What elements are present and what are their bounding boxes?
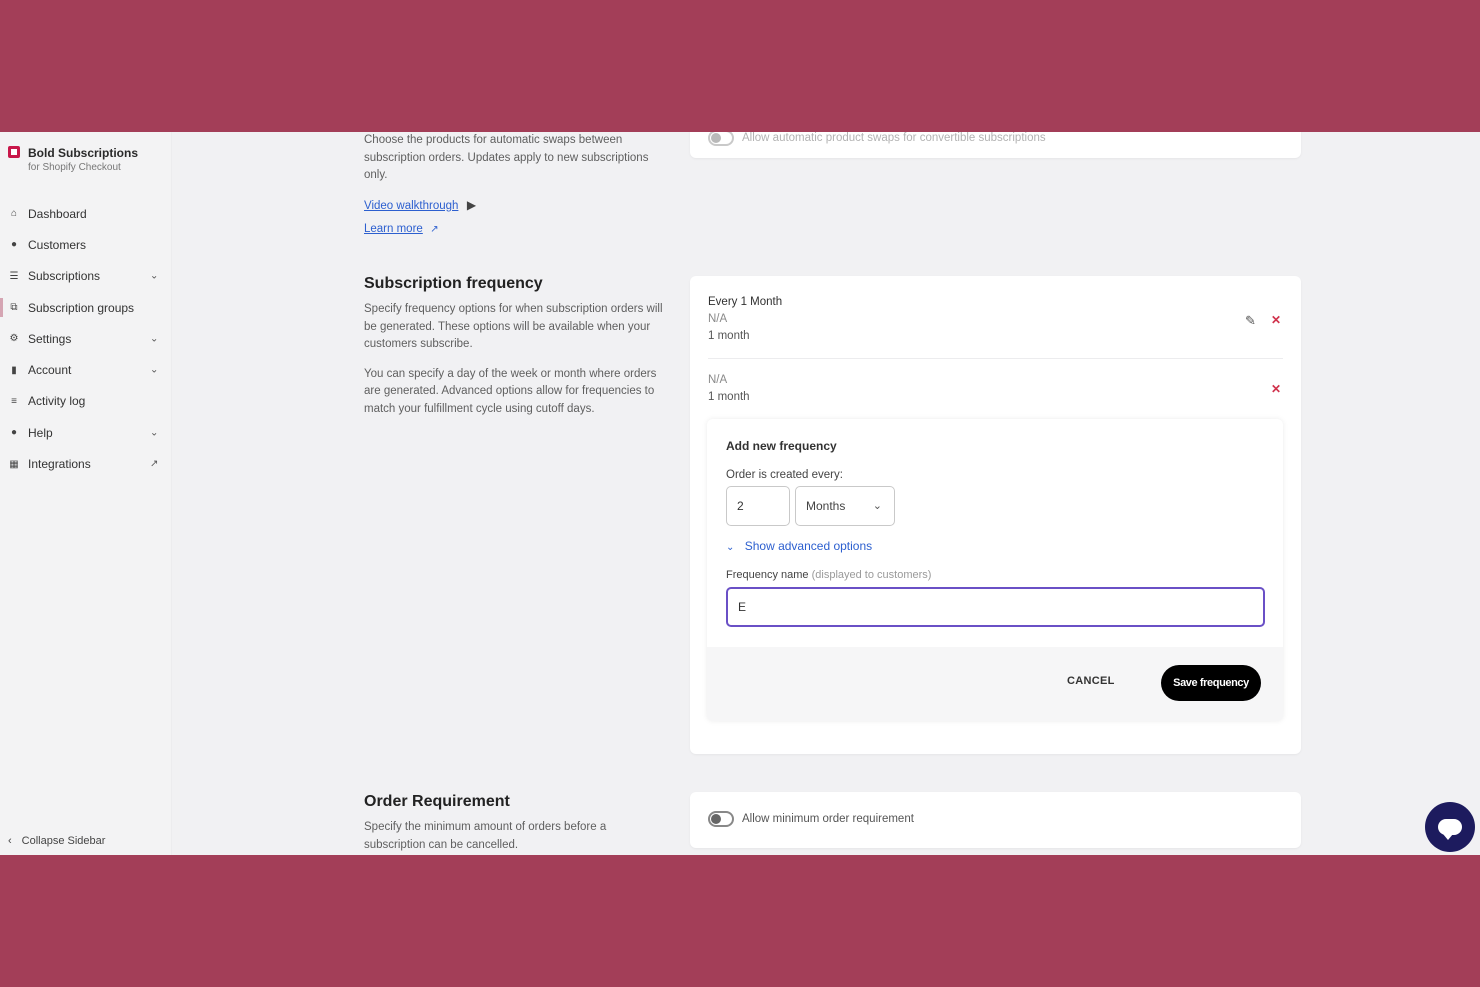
collapse-sidebar-label: Collapse Sidebar <box>21 835 106 847</box>
sidebar-item-help[interactable]: ● Help ⌄ <box>0 417 172 448</box>
sidebar-item-label: Activity log <box>28 394 86 409</box>
add-frequency-form: Add new frequency Order is created every… <box>707 419 1283 647</box>
video-walkthrough-row: Video walkthrough ▶ <box>364 196 670 214</box>
order-requirement-description: Specify the minimum amount of orders bef… <box>364 821 607 851</box>
product-swaps-toggle[interactable] <box>708 132 734 146</box>
collapse-sidebar-button[interactable]: ‹ Collapse Sidebar <box>8 835 105 847</box>
integrations-icon: ▦ <box>9 458 19 470</box>
list-icon: ☰ <box>9 270 19 282</box>
sidebar-item-customers[interactable]: ● Customers <box>0 229 172 260</box>
brand-subtitle: for Shopify Checkout <box>28 162 121 173</box>
frequency-name-label-text: Frequency name <box>726 569 809 581</box>
brand-name: Bold Subscriptions <box>28 146 139 160</box>
sidebar-item-integrations[interactable]: ▦ Integrations ↗ <box>0 448 172 479</box>
show-advanced-options-label: Show advanced options <box>744 539 873 553</box>
learn-more-link[interactable]: Learn more <box>364 223 423 235</box>
frequency-name-input[interactable]: E <box>726 587 1265 627</box>
frequency-name-label: Frequency name (displayed to customers) <box>726 569 931 581</box>
subscription-frequency-description-1: Specify frequency options for when subsc… <box>364 303 663 350</box>
frequency-item: N/A 1 month <box>708 372 750 406</box>
frequency-item: Every 1 Month N/A 1 month <box>708 294 782 345</box>
learn-more-row: Learn more ↗ <box>364 219 670 237</box>
frequency-cutoff: N/A <box>708 313 728 325</box>
order-requirement-card: Allow minimum order requirement <box>690 792 1301 848</box>
chevron-down-icon: ⌄ <box>150 333 159 345</box>
subscription-frequency-card: Every 1 Month N/A 1 month ✎ ✕ N/A 1 mont… <box>690 276 1301 754</box>
subscription-frequency-description-2: You can specify a day of the week or mon… <box>364 367 657 415</box>
subscription-frequency-title: Subscription frequency <box>364 275 543 292</box>
sidebar-nav: ⌂ Dashboard ● Customers ☰ Subscriptions … <box>0 198 172 480</box>
sidebar-item-label: Customers <box>28 237 87 252</box>
sidebar-item-settings[interactable]: ⚙ Settings ⌄ <box>0 323 172 354</box>
sidebar-item-label: Account <box>28 363 72 378</box>
close-icon[interactable]: ✕ <box>1271 382 1281 396</box>
frequency-interval: 1 month <box>708 391 750 403</box>
interval-unit-select[interactable]: Months ⌄ <box>795 486 895 526</box>
interval-number-input[interactable]: 2 <box>726 486 790 526</box>
sidebar-item-label: Subscription groups <box>28 300 135 315</box>
product-swaps-toggle-label: Allow automatic product swaps for conver… <box>742 132 1046 144</box>
chevron-down-icon: ⌄ <box>726 542 735 553</box>
minimum-order-toggle[interactable] <box>708 811 734 827</box>
add-frequency-title: Add new frequency <box>726 439 837 453</box>
minimum-order-toggle-label: Allow minimum order requirement <box>742 813 914 825</box>
sidebar-item-label: Dashboard <box>28 206 87 221</box>
external-link-icon: ↗ <box>150 458 159 470</box>
gear-icon: ⚙ <box>9 333 19 345</box>
chat-button[interactable] <box>1425 802 1475 852</box>
sidebar-item-subscriptions[interactable]: ☰ Subscriptions ⌄ <box>0 261 172 292</box>
product-swaps-card: Allow automatic product swaps for conver… <box>690 132 1301 158</box>
save-frequency-button[interactable]: Save frequency <box>1161 665 1261 701</box>
order-requirement-title: Order Requirement <box>364 793 510 810</box>
sidebar-item-activity-log[interactable]: ≡ Activity log <box>0 386 172 417</box>
home-icon: ⌂ <box>10 208 18 220</box>
sidebar-item-label: Integrations <box>28 457 91 472</box>
cancel-button[interactable]: CANCEL <box>1067 675 1115 687</box>
chevron-down-icon: ⌄ <box>150 427 159 439</box>
chevron-down-icon: ⌄ <box>872 500 882 512</box>
sidebar: Bold Subscriptions for Shopify Checkout … <box>0 132 172 855</box>
app-screen: Bold Subscriptions for Shopify Checkout … <box>0 132 1480 855</box>
subscription-frequency-info: Subscription frequency Specify frequency… <box>364 275 670 418</box>
sidebar-item-label: Settings <box>28 331 72 346</box>
group-icon: ⧉ <box>10 302 18 314</box>
show-advanced-options-toggle[interactable]: ⌄ Show advanced options <box>726 539 872 553</box>
product-swaps-info: Choose the products for automatic swaps … <box>364 132 670 237</box>
video-icon: ▶ <box>466 197 477 212</box>
help-icon: ● <box>10 427 18 439</box>
person-icon: ● <box>10 239 18 251</box>
chevron-left-icon: ‹ <box>8 835 12 847</box>
chevron-down-icon: ⌄ <box>150 364 159 376</box>
product-swaps-toggle-row: Allow automatic product swaps for conver… <box>708 132 1046 146</box>
bold-logo-icon <box>8 146 20 158</box>
chat-icon <box>1438 819 1462 840</box>
order-requirement-toggle-row: Allow minimum order requirement <box>708 811 914 827</box>
frequency-interval: 1 month <box>708 330 750 342</box>
order-requirement-info: Order Requirement Specify the minimum am… <box>364 793 670 854</box>
video-walkthrough-link[interactable]: Video walkthrough <box>364 200 458 212</box>
activity-icon: ≡ <box>11 395 17 407</box>
sidebar-item-dashboard[interactable]: ⌂ Dashboard <box>0 198 172 229</box>
add-frequency-panel: Add new frequency Order is created every… <box>707 419 1283 721</box>
close-icon[interactable]: ✕ <box>1271 313 1281 327</box>
interval-unit-value: Months <box>806 499 846 513</box>
divider <box>708 358 1283 359</box>
order-created-label: Order is created every: <box>726 469 843 481</box>
sidebar-item-label: Subscriptions <box>28 269 101 284</box>
edit-icon[interactable]: ✎ <box>1245 313 1256 329</box>
frequency-cutoff: N/A <box>708 374 728 386</box>
sidebar-item-label: Help <box>28 425 53 440</box>
product-swaps-description: Choose the products for automatic swaps … <box>364 134 649 181</box>
sidebar-item-account[interactable]: ▮ Account ⌄ <box>0 354 172 385</box>
frequency-name: Every 1 Month <box>708 296 783 308</box>
frequency-name-hint: (displayed to customers) <box>811 569 932 581</box>
sidebar-item-subscription-groups[interactable]: ⧉ Subscription groups <box>0 292 172 323</box>
external-link-icon: ↗ <box>430 223 439 235</box>
lock-icon: ▮ <box>11 364 17 376</box>
chevron-down-icon: ⌄ <box>150 270 159 282</box>
